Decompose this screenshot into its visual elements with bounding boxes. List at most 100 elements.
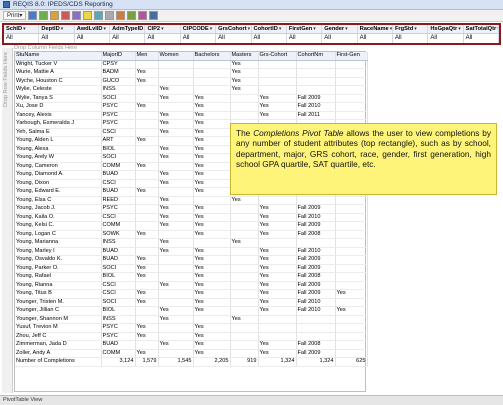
print-button[interactable]: Print ▾ <box>3 11 27 20</box>
filter-value[interactable]: All <box>4 34 40 43</box>
sort-icon[interactable] <box>116 11 126 20</box>
table-cell <box>335 349 368 359</box>
table-cell <box>135 281 159 291</box>
expand-icon[interactable] <box>127 11 137 20</box>
filter-value[interactable]: All <box>216 34 252 43</box>
filter-field-sattotalqtr[interactable]: SatTotalQtr▾ <box>464 25 500 33</box>
chevron-down-icon[interactable]: ▾ <box>104 26 107 32</box>
table-cell <box>258 323 297 333</box>
column-header[interactable]: CohortNm <box>296 52 336 61</box>
table-cell: Yes <box>135 230 159 240</box>
table-cell <box>230 272 259 282</box>
column-header[interactable]: First-Gen <box>335 52 368 61</box>
table-cell <box>158 230 194 240</box>
filter-field-racename[interactable]: RaceName▾ <box>358 25 393 33</box>
chevron-down-icon[interactable]: ▾ <box>458 26 461 32</box>
collapse-icon[interactable] <box>138 11 148 20</box>
filter-field-cohortid[interactable]: CohortID▾ <box>252 25 287 33</box>
filter-value[interactable]: All <box>39 34 75 43</box>
chevron-down-icon[interactable]: ▾ <box>390 26 392 32</box>
filter-value[interactable]: All <box>393 34 429 43</box>
filter-field-frgstd[interactable]: FrgStd▾ <box>393 25 429 33</box>
table-cell: Yes <box>158 170 194 180</box>
table-cell: PSYC <box>101 119 136 129</box>
help-icon[interactable] <box>149 11 159 20</box>
table-cell <box>230 264 259 274</box>
column-header[interactable]: Women <box>158 52 194 61</box>
table-cell <box>230 340 259 350</box>
chart-icon[interactable] <box>72 11 82 20</box>
filter-value[interactable]: All <box>287 34 323 43</box>
table-cell <box>335 77 368 87</box>
table-cell: Yes <box>158 196 194 206</box>
chevron-down-icon[interactable]: ▾ <box>313 26 316 32</box>
total-value: 1,545 <box>158 357 194 367</box>
table-cell: Yes <box>193 162 231 172</box>
filter-field-hsgpaqtr[interactable]: HsGpaQtr▾ <box>428 25 464 33</box>
chevron-down-icon[interactable]: ▾ <box>414 26 417 32</box>
table-cell: SOCI <box>101 264 136 274</box>
chevron-down-icon[interactable]: ▾ <box>23 26 26 32</box>
export-icon[interactable] <box>28 11 38 20</box>
chevron-down-icon[interactable]: ▾ <box>279 26 282 32</box>
filter-field-awdlvlid[interactable]: AwdLvlID▾ <box>75 25 111 33</box>
filter-value[interactable]: All <box>145 34 181 43</box>
table-cell: Yes <box>135 187 159 197</box>
chevron-down-icon[interactable]: ▾ <box>61 26 64 32</box>
filter-icon[interactable] <box>83 11 93 20</box>
chevron-down-icon[interactable]: ▾ <box>497 26 498 32</box>
table-cell: Zhou, Jeff C <box>15 332 102 342</box>
table-cell <box>296 315 336 325</box>
folder-icon[interactable] <box>50 11 60 20</box>
total-value: 1,324 <box>258 357 297 367</box>
column-header[interactable]: Bachelors <box>193 52 231 61</box>
drop-row-fields-area[interactable]: Drop Row Fields Here <box>2 48 13 393</box>
chevron-down-icon[interactable]: ▾ <box>248 26 251 32</box>
filter-value[interactable]: All <box>252 34 287 43</box>
column-header[interactable]: Masters <box>230 52 259 61</box>
filter-field-admtypeid[interactable]: AdmTypeID▾ <box>110 25 146 33</box>
filter-field-grscohort[interactable]: GrsCohort▾ <box>216 25 252 33</box>
column-header[interactable]: StuName <box>15 52 102 61</box>
table-cell: Yes <box>193 153 231 163</box>
table-cell: CSCI <box>101 281 136 291</box>
table-cell: Yes <box>258 349 297 359</box>
chevron-down-icon[interactable]: ▾ <box>345 26 348 32</box>
chevron-down-icon[interactable]: ▾ <box>161 26 164 32</box>
filter-value[interactable]: All <box>181 34 217 43</box>
table-cell: Yes <box>258 111 297 121</box>
column-header[interactable]: Grs-Cohort <box>258 52 297 61</box>
refresh-icon[interactable] <box>94 11 104 20</box>
filter-field-label: SatTotalQtr <box>465 26 497 32</box>
table-cell: Fall 2009 <box>296 289 336 299</box>
table-cell <box>230 298 259 308</box>
filter-value[interactable]: All <box>110 34 146 43</box>
callout-text-pre: The <box>236 128 254 138</box>
filter-value[interactable]: All <box>428 34 464 43</box>
excel-icon[interactable] <box>39 11 49 20</box>
filter-value[interactable]: All <box>358 34 393 43</box>
table-cell: Yes <box>193 213 231 223</box>
app-icon <box>3 1 10 8</box>
total-row: Number of Completions 3,124 1,579 1,545 2,20… <box>15 357 368 367</box>
filter-field-deptid[interactable]: DeptID▾ <box>39 25 75 33</box>
grid-icon[interactable] <box>105 11 115 20</box>
filter-field-cip2[interactable]: CIP2▾ <box>145 25 181 33</box>
filter-field-schid[interactable]: SchID▾ <box>4 25 40 33</box>
pdf-icon[interactable] <box>61 11 71 20</box>
table-row: Young, Kelsi C. COMM Yes Yes Yes Fall 2009 <box>15 221 368 231</box>
table-cell: Yes <box>258 230 297 240</box>
chevron-down-icon[interactable]: ▾ <box>210 26 213 32</box>
table-cell: Yes <box>193 255 231 265</box>
table-cell: COMM <box>101 162 136 172</box>
filter-field-cipcode[interactable]: CIPCODE▾ <box>181 25 217 33</box>
filter-field-firstgen[interactable]: FirstGen▾ <box>287 25 323 33</box>
filter-field-gender[interactable]: Gender▾ <box>322 25 358 33</box>
column-header[interactable]: MajorID <box>101 52 136 61</box>
column-header[interactable]: Men <box>135 52 159 61</box>
table-cell: INSS <box>101 85 136 95</box>
filter-value[interactable]: All <box>322 34 358 43</box>
filter-value[interactable]: All <box>75 34 111 43</box>
table-cell <box>230 349 259 359</box>
filter-value[interactable]: All <box>464 34 500 43</box>
